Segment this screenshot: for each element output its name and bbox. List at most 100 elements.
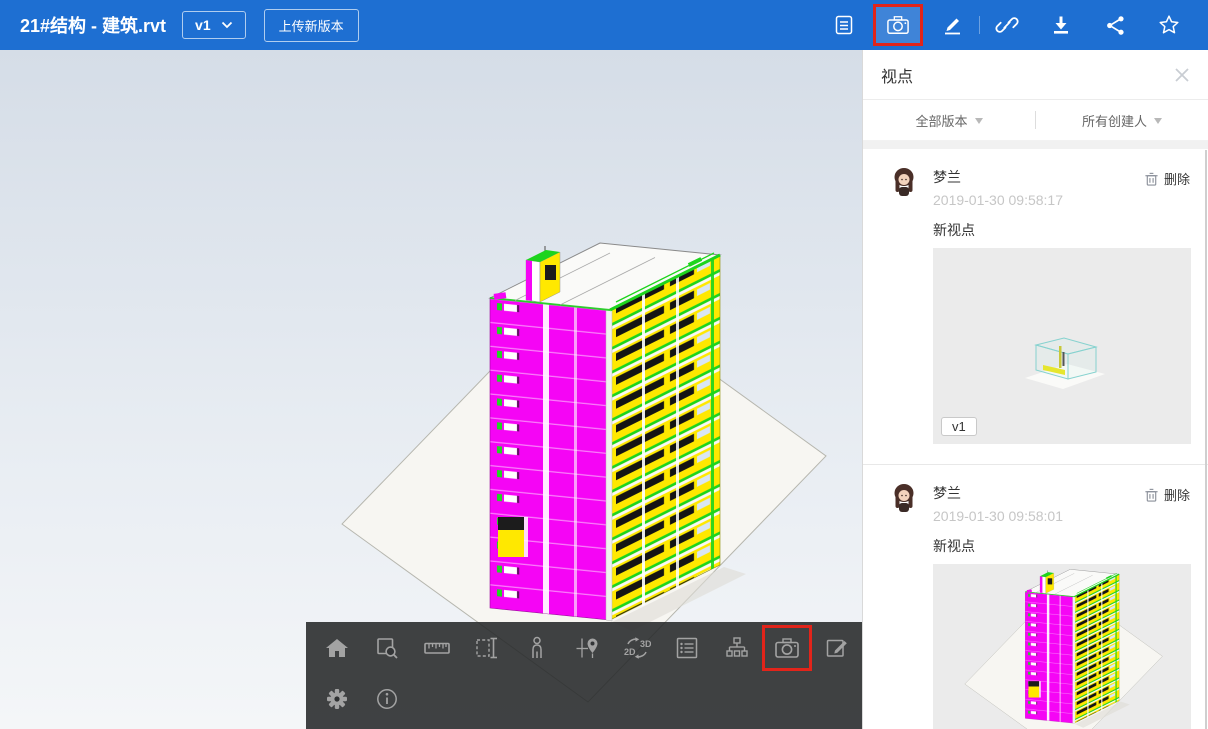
viewpoint-author-block: 梦兰 2019-01-30 09:58:17: [933, 167, 1144, 208]
delete-button[interactable]: 删除: [1144, 485, 1190, 504]
viewer-toolbar-row2: [306, 674, 862, 724]
2d3d-toggle-button[interactable]: 3D 2D: [612, 622, 662, 674]
tree-icon: [724, 635, 750, 661]
panel-title: 视点: [881, 63, 913, 87]
viewer-canvas[interactable]: 3D 2D: [0, 50, 862, 729]
version-filter[interactable]: 全部版本: [863, 100, 1035, 140]
delete-button[interactable]: 删除: [1144, 169, 1190, 188]
viewpoint-thumbnail[interactable]: v1: [933, 564, 1191, 729]
version-filter-label: 全部版本: [915, 111, 967, 130]
trash-icon: [1144, 487, 1159, 503]
zoom-window-icon: [374, 635, 400, 661]
favorite-button[interactable]: [1142, 0, 1196, 50]
home-icon: [324, 636, 350, 660]
svg-text:3D: 3D: [640, 639, 651, 649]
zoom-window-button[interactable]: [362, 622, 412, 674]
author-name: 梦兰: [933, 483, 1144, 503]
trash-icon: [1144, 171, 1159, 187]
document-icon: [833, 14, 855, 36]
delete-label: 删除: [1164, 169, 1190, 188]
section-separator: [863, 141, 1208, 149]
viewer-toolbar-row1: 3D 2D: [306, 622, 862, 674]
creator-filter[interactable]: 所有创建人: [1036, 100, 1208, 140]
screenshot-button-active[interactable]: [871, 0, 925, 50]
info-button[interactable]: [362, 673, 412, 725]
download-icon: [1050, 14, 1072, 36]
chevron-down-icon: [221, 21, 233, 29]
walkthrough-button[interactable]: [512, 622, 562, 674]
thumbnail-preview: [933, 564, 1191, 729]
creator-filter-label: 所有创建人: [1082, 111, 1147, 130]
timestamp: 2019-01-30 09:58:17: [933, 192, 1144, 208]
upload-new-version-button[interactable]: 上传新版本: [264, 9, 359, 42]
markup-edit-button[interactable]: [812, 622, 862, 674]
link-button[interactable]: [980, 0, 1034, 50]
screenshot-button[interactable]: [762, 622, 812, 674]
share-icon: [1104, 14, 1127, 37]
viewpoint-name: 新视点: [933, 536, 1190, 556]
thumbnail-preview: [933, 248, 1191, 444]
star-icon: [1157, 13, 1181, 37]
viewpoint-item-header: 梦兰 2019-01-30 09:58:01 删除: [891, 483, 1190, 524]
2d3d-toggle-icon: 3D 2D: [623, 635, 651, 661]
topbar-icons: [817, 0, 1208, 50]
download-button[interactable]: [1034, 0, 1088, 50]
camera-icon: [774, 636, 800, 660]
version-badge: v1: [941, 417, 977, 436]
version-dropdown[interactable]: v1: [182, 11, 246, 39]
file-title: 21#结构 - 建筑.rvt: [20, 12, 166, 38]
close-icon: [1172, 65, 1192, 85]
version-label: v1: [195, 17, 211, 33]
document-button[interactable]: [817, 0, 871, 50]
avatar: [891, 483, 917, 513]
viewpoint-item-header: 梦兰 2019-01-30 09:58:17 删除: [891, 167, 1190, 208]
markup-button[interactable]: [925, 0, 979, 50]
topbar: 21#结构 - 建筑.rvt v1 上传新版本: [0, 0, 1208, 50]
share-button[interactable]: [1088, 0, 1142, 50]
building-left-face: [490, 298, 610, 620]
author-name: 梦兰: [933, 167, 1144, 187]
home-button[interactable]: [312, 622, 362, 674]
camera-icon: [886, 14, 910, 36]
measure-button[interactable]: [412, 622, 462, 674]
close-button[interactable]: [1172, 65, 1192, 85]
viewpoint-list-button[interactable]: [662, 622, 712, 674]
link-icon: [995, 13, 1019, 37]
viewpoint-name: 新视点: [933, 220, 1190, 240]
viewpoint-thumbnail[interactable]: v1: [933, 248, 1191, 444]
list-icon: [674, 635, 700, 661]
viewpoint-item: 梦兰 2019-01-30 09:58:17 删除 新视点: [863, 149, 1208, 464]
viewer-toolbar: 3D 2D: [306, 622, 862, 729]
map-pin-icon: [574, 635, 600, 661]
section-icon: [474, 635, 500, 661]
gear-icon: [324, 686, 350, 712]
screenshot-active-highlight: [762, 625, 812, 671]
ruler-icon: [423, 635, 451, 661]
delete-label: 删除: [1164, 485, 1190, 504]
pencil-icon: [941, 14, 963, 36]
viewpoint-item: 梦兰 2019-01-30 09:58:01 删除 新视点 v1: [863, 464, 1208, 729]
caret-down-icon: [975, 118, 983, 124]
panel-filters: 全部版本 所有创建人: [863, 100, 1208, 141]
timestamp: 2019-01-30 09:58:01: [933, 508, 1144, 524]
info-icon: [374, 686, 400, 712]
panel-scrollbar[interactable]: [1205, 150, 1207, 729]
rooftop-penthouse: [526, 246, 560, 302]
screenshot-active-highlight: [873, 4, 923, 46]
app-root: 21#结构 - 建筑.rvt v1 上传新版本: [0, 0, 1208, 729]
section-button[interactable]: [462, 622, 512, 674]
minimap-button[interactable]: [562, 622, 612, 674]
avatar: [891, 167, 917, 197]
person-icon: [524, 635, 550, 661]
viewpoint-author-block: 梦兰 2019-01-30 09:58:01: [933, 483, 1144, 524]
edit-square-icon: [824, 635, 850, 661]
topbar-left: 21#结构 - 建筑.rvt v1 上传新版本: [0, 9, 359, 42]
settings-button[interactable]: [312, 673, 362, 725]
model-tree-button[interactable]: [712, 622, 762, 674]
svg-text:2D: 2D: [624, 647, 636, 657]
panel-header: 视点: [863, 50, 1208, 100]
building-right-face: [610, 255, 720, 620]
viewpoint-list: 梦兰 2019-01-30 09:58:17 删除 新视点: [863, 149, 1208, 729]
caret-down-icon: [1154, 118, 1162, 124]
viewpoints-panel: 视点 全部版本 所有创建人: [862, 50, 1208, 729]
